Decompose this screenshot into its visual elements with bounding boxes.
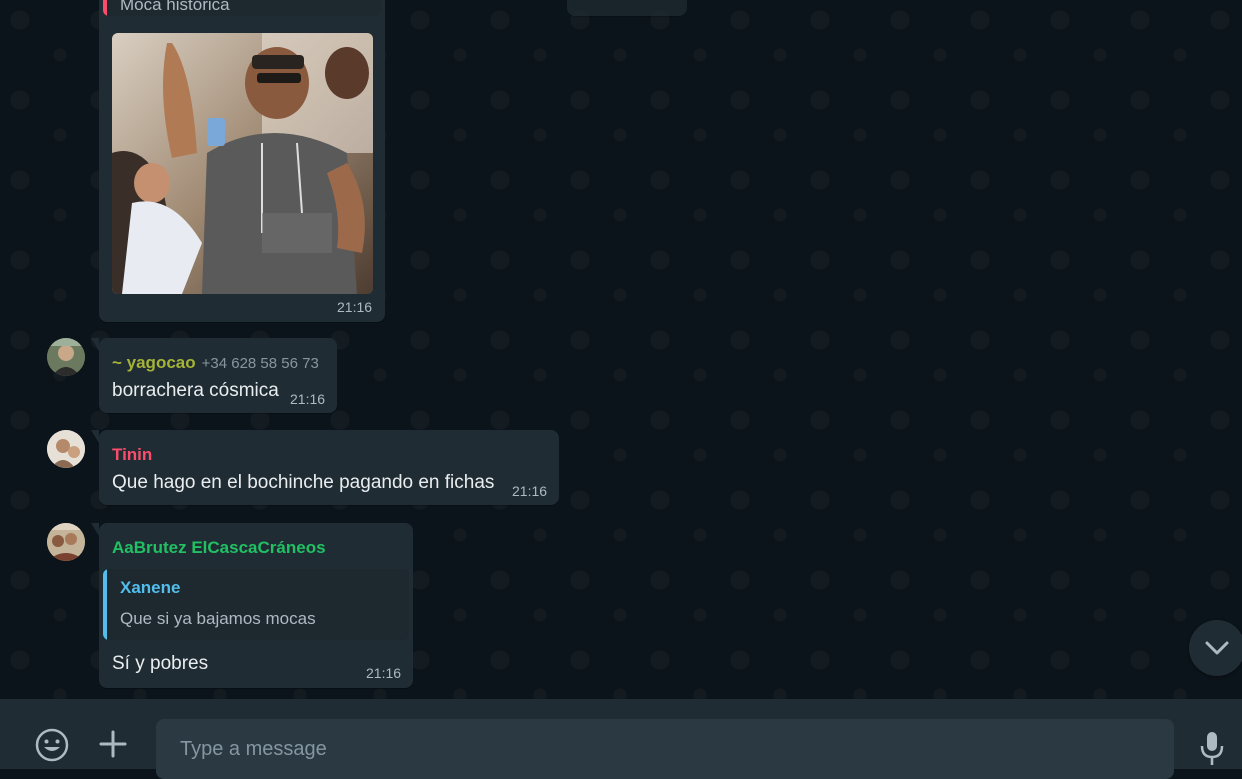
attach-button[interactable]	[96, 727, 130, 761]
message-time: 21:16	[290, 391, 326, 407]
image-message-bubble[interactable]: Moca histórica 21:16	[99, 0, 385, 322]
message-time: 21:16	[366, 665, 402, 681]
sender-phone: +34 628 58 56 73	[201, 355, 319, 372]
attach-plus-icon	[99, 730, 127, 758]
chevron-down-icon	[1205, 641, 1229, 655]
message-bubble-aabrutez[interactable]: AaBrutez ElCascaCráneos Xanene Que si ya…	[91, 523, 413, 688]
quote-text: Que si ya bajamos mocas	[120, 609, 316, 628]
message-input[interactable]	[178, 733, 1132, 765]
avatar-photo	[47, 430, 85, 468]
sender-name[interactable]: Tinin	[112, 445, 152, 465]
message-text: borrachera cósmica	[112, 380, 279, 401]
message-image[interactable]	[112, 33, 373, 294]
chat-background: Moca histórica 21:16 ~ yagocao +34 628 5…	[0, 0, 1242, 699]
photo-party-scene	[112, 33, 373, 294]
message-time: 21:16	[512, 483, 548, 499]
reply-quote[interactable]: Xanene Que si ya bajamos mocas	[103, 569, 409, 640]
message-text: Sí y pobres	[112, 653, 209, 674]
sender-name-text: ~ yagocao	[112, 353, 196, 372]
microphone-icon	[1200, 732, 1224, 765]
sender-name[interactable]: AaBrutez ElCascaCráneos	[112, 538, 326, 558]
quote-bar	[103, 569, 107, 640]
message-input-box[interactable]	[156, 719, 1174, 779]
avatar-photo	[47, 523, 85, 561]
message-bubble-tinin[interactable]: Tinin Que hago en el bochinche pagando e…	[91, 430, 559, 505]
reply-quote[interactable]: Moca histórica	[103, 0, 381, 16]
sender-name[interactable]: ~ yagocao +34 628 58 56 73	[112, 353, 319, 373]
message-time: 21:16	[337, 299, 373, 315]
message-bubble-yagocao[interactable]: ~ yagocao +34 628 58 56 73 borrachera cós…	[91, 338, 337, 413]
emoji-icon	[35, 728, 69, 762]
scroll-to-bottom-button[interactable]	[1189, 620, 1242, 676]
avatar-aabrutez[interactable]	[47, 523, 85, 561]
emoji-button[interactable]	[34, 727, 70, 763]
avatar-tinin[interactable]	[47, 430, 85, 468]
quote-bar	[103, 0, 107, 16]
message-text: Que hago en el bochinche pagando en fich…	[112, 472, 495, 493]
partial-message-bubble	[567, 0, 687, 16]
voice-message-button[interactable]	[1196, 729, 1228, 769]
composer-bar	[0, 699, 1242, 779]
avatar-yagocao[interactable]	[47, 338, 85, 376]
quote-text: Moca histórica	[120, 0, 230, 14]
quote-author: Xanene	[120, 578, 181, 597]
avatar-photo	[47, 338, 85, 376]
